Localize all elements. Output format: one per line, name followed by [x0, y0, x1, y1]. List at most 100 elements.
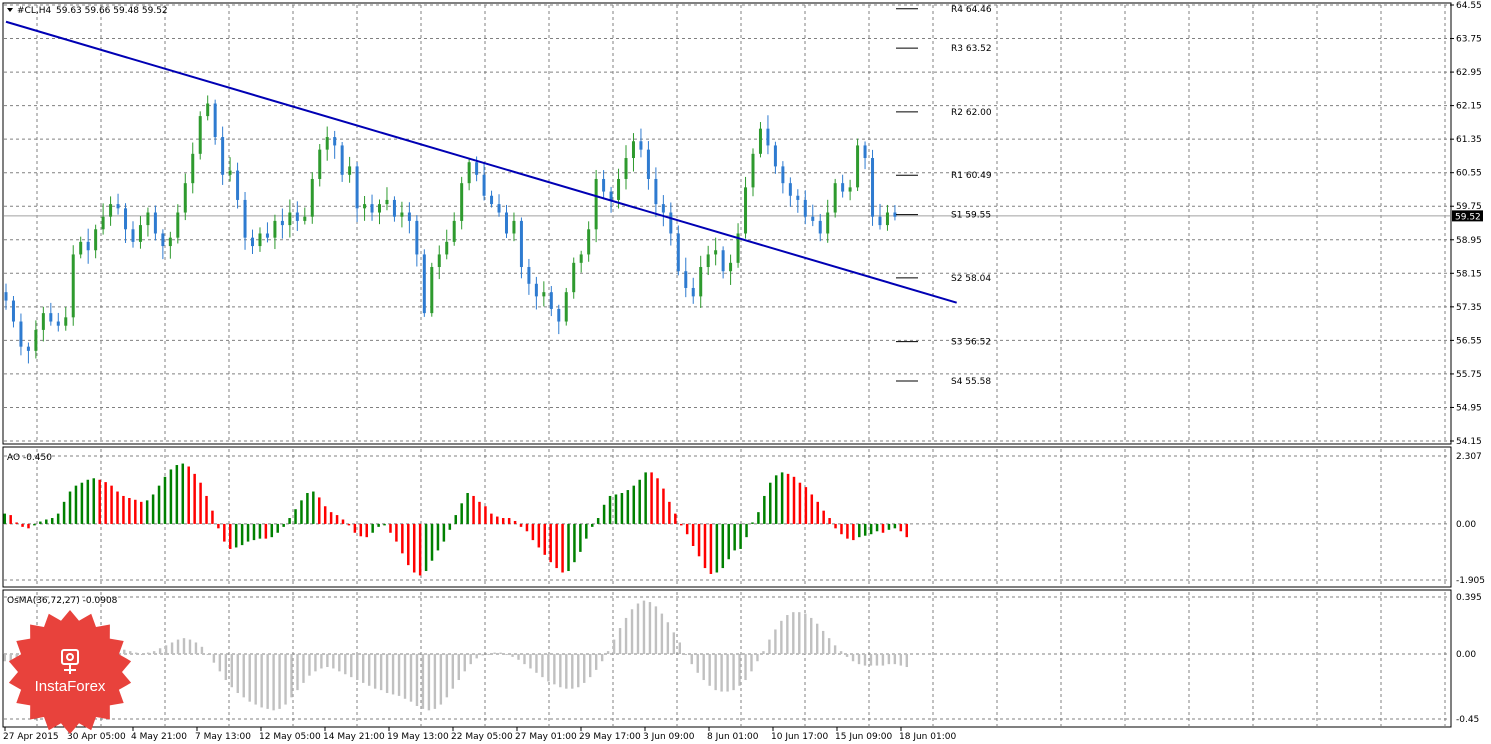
candle-body	[475, 162, 479, 175]
osma-bar	[397, 654, 401, 696]
candle-body	[803, 199, 807, 217]
osma-bar	[373, 654, 377, 689]
ao-bar	[881, 523, 885, 533]
candle-body	[564, 292, 568, 322]
ao-bar	[828, 518, 831, 524]
candle-body	[684, 271, 688, 288]
osma-bar	[833, 645, 837, 655]
candle-body	[26, 346, 30, 351]
candle-body	[676, 233, 680, 272]
ao-bar	[834, 523, 837, 529]
ao-bar	[205, 495, 208, 524]
time-tick-label: 8 Jun 01:00	[707, 732, 759, 742]
candle-body	[572, 262, 576, 293]
ao-bar	[668, 501, 671, 524]
osma-bar	[278, 654, 281, 709]
osma-bar	[720, 654, 723, 692]
ao-bar	[816, 501, 819, 524]
ao-bar	[780, 472, 784, 524]
osma-bar	[863, 654, 867, 666]
candle-body	[549, 292, 553, 309]
ao-bar	[418, 523, 422, 576]
price-tick-label: 62.95	[1456, 68, 1482, 78]
candle-body	[41, 313, 45, 330]
osma-bar	[594, 654, 598, 670]
osma-bar	[857, 654, 861, 665]
ao-bar	[300, 500, 303, 524]
osma-bar	[642, 600, 646, 655]
candle-body	[744, 187, 748, 234]
osma-bar	[236, 654, 239, 694]
ao-bar	[513, 520, 517, 524]
grid-lines	[4, 4, 1450, 726]
osma-bar	[505, 654, 508, 656]
ao-bar	[151, 494, 155, 524]
ao-bar	[685, 523, 689, 535]
candle-body	[295, 212, 299, 221]
candle-body	[206, 103, 210, 117]
candle-body	[527, 267, 531, 284]
osma-bar	[672, 632, 676, 655]
candle-body	[392, 199, 396, 217]
ao-bar	[644, 472, 647, 524]
time-axis: 27 Apr 2015 30 Apr 05:00 4 May 21:00 7 May …	[3, 727, 956, 742]
candle-body	[482, 174, 486, 196]
candle-body	[183, 183, 187, 213]
candle-body	[699, 267, 703, 297]
osma-bar	[129, 651, 132, 655]
osma-bar	[123, 649, 126, 655]
ao-panel-frame	[2, 446, 1452, 588]
candle-body	[221, 137, 225, 175]
candle-body	[557, 308, 561, 322]
osma-bar	[577, 654, 580, 688]
ao-bar	[905, 523, 908, 538]
osma-bar	[3, 654, 6, 662]
ao-bar	[92, 478, 96, 524]
ao-bar	[240, 523, 244, 546]
time-tick-label: 15 Jun 09:00	[835, 732, 892, 742]
ao-bar	[846, 523, 849, 539]
price-tick-label: 57.35	[1456, 303, 1482, 313]
candle-body	[721, 250, 725, 272]
ao-bar	[757, 512, 760, 524]
ao-bar	[490, 513, 493, 524]
price-panel-frame	[2, 2, 1452, 445]
ao-bar	[282, 523, 285, 527]
candle-body	[213, 103, 217, 138]
dropdown-triangle-icon[interactable]	[7, 8, 13, 12]
time-tick-label: 18 Jun 01:00	[899, 732, 956, 742]
ao-bar	[691, 523, 695, 546]
osma-bar	[792, 612, 795, 655]
ao-bar	[175, 465, 179, 524]
osma-bar	[487, 654, 490, 656]
candle-body	[318, 149, 322, 179]
candle-body	[848, 187, 852, 192]
ao-bar	[412, 523, 416, 573]
candle-body	[333, 137, 337, 146]
ao-bar	[840, 523, 843, 535]
osma-bar	[684, 654, 687, 656]
osma-bar	[851, 654, 855, 662]
trendline[interactable]	[5, 20, 957, 304]
osma-bar	[744, 654, 747, 681]
candle-body	[714, 250, 718, 255]
osma-bar	[415, 654, 419, 707]
ao-bar	[763, 495, 766, 524]
chart-canvas: R4 64.46 R3 63.52 R2 62.00 R1 60.49 S1 59.55…	[2, 1, 1485, 742]
candle-body	[288, 212, 292, 226]
ao-bar	[442, 523, 446, 542]
candle-body	[758, 128, 762, 154]
osma-bar	[875, 654, 879, 666]
ao-bar	[187, 466, 190, 524]
osma-bar	[439, 654, 443, 705]
osma-tick-label: 0.00	[1456, 650, 1476, 660]
osma-bar	[206, 654, 210, 656]
osma-bar	[146, 652, 150, 655]
osma-bar	[523, 654, 526, 665]
osma-bar	[362, 654, 365, 683]
ao-bar	[276, 523, 279, 533]
ao-bar	[769, 482, 772, 524]
candle-body	[467, 162, 471, 184]
ao-tick-label: -1.905	[1456, 576, 1485, 586]
ao-bar	[567, 523, 570, 572]
